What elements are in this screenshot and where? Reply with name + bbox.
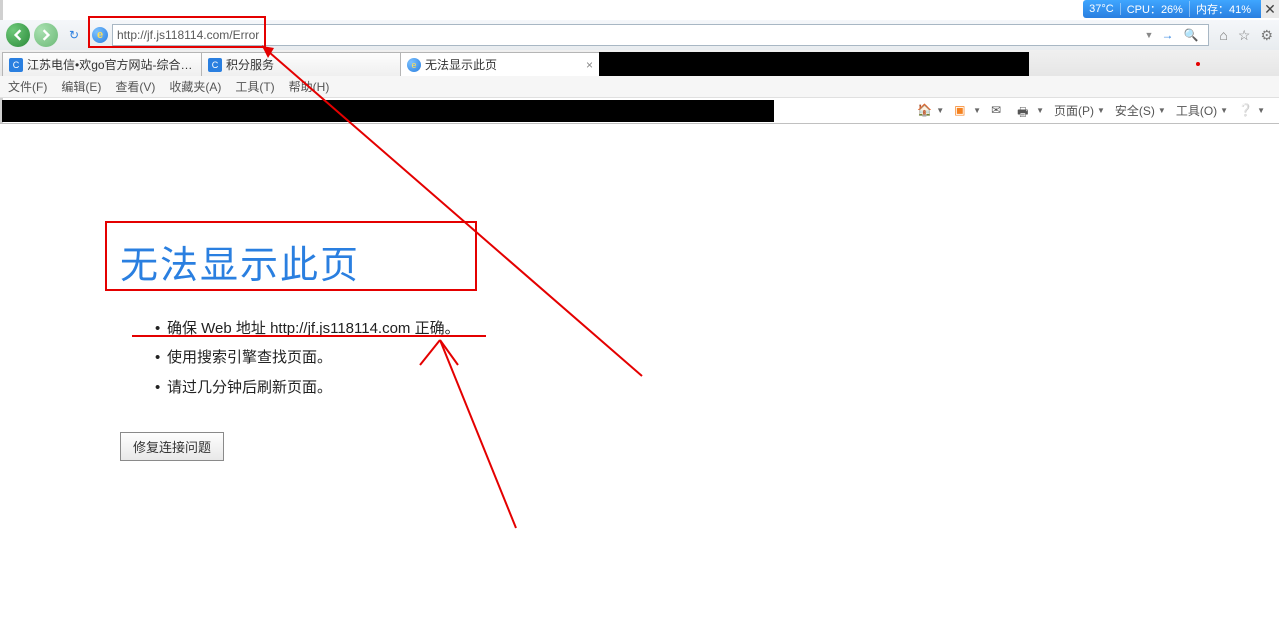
annotation-arrow-2 [0, 0, 1279, 644]
